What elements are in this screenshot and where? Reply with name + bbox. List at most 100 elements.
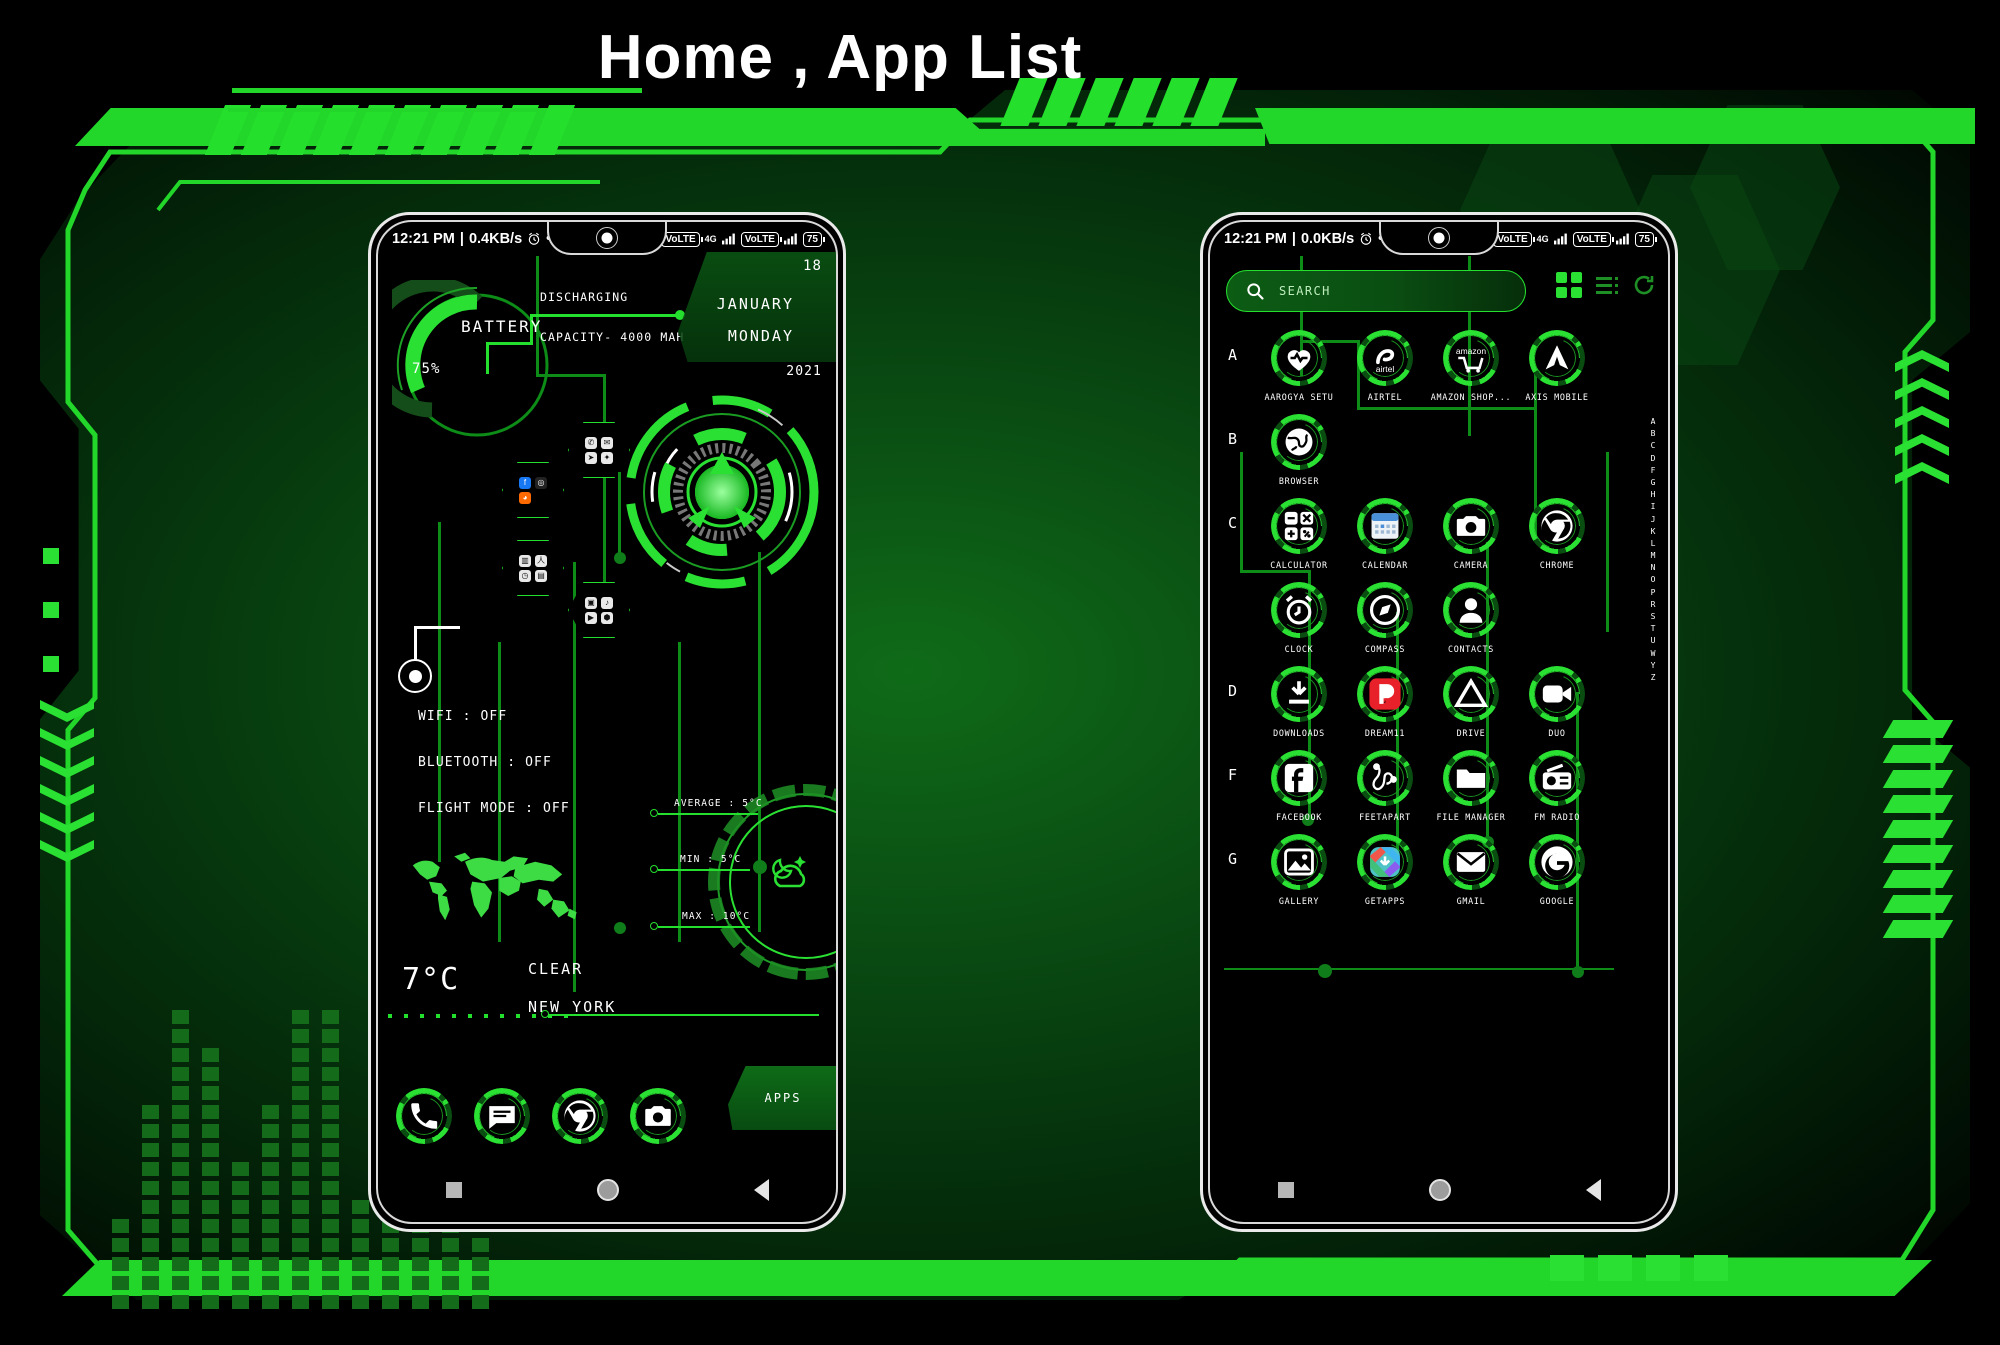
app-item-gallery[interactable]: GALLERY [1256, 834, 1342, 906]
dock-item-camera[interactable] [630, 1088, 686, 1144]
back-icon[interactable] [753, 1179, 769, 1201]
app-section-D: D DOWNLOADS DREAM11 DRIVE DUO [1210, 658, 1668, 742]
alphabet-index-letter[interactable]: Z [1651, 673, 1656, 682]
app-item-drive[interactable]: DRIVE [1428, 666, 1514, 738]
app-item-contacts[interactable]: CONTACTS [1428, 582, 1514, 654]
hex-shortcut-media[interactable]: ▣ ♪ ▶ ⬢ [568, 582, 630, 638]
circuit-trace [530, 314, 680, 317]
alphabet-index-letter[interactable]: N [1651, 564, 1656, 572]
home-icon[interactable] [596, 1179, 619, 1201]
app-item-dream11[interactable]: DREAM11 [1342, 666, 1428, 738]
weather-average: AVERAGE : 5°C [674, 798, 763, 809]
hex-icon-grid: ▥ 人 ◷ ▤ [519, 554, 548, 582]
weather-current-temp: 7°C [402, 962, 460, 997]
circuit-trace [1224, 968, 1614, 970]
circuit-trace [678, 642, 681, 942]
alphabet-index-letter[interactable]: B [1651, 430, 1656, 438]
app-label: BROWSER [1278, 476, 1320, 486]
dock-item-chrome[interactable] [552, 1088, 608, 1144]
alarm-clock-icon [1282, 593, 1316, 627]
alphabet-index-letter[interactable]: C [1651, 442, 1656, 450]
refresh-icon[interactable] [1632, 273, 1656, 297]
toggle-flight-mode[interactable]: FLIGHT MODE : OFF [418, 801, 570, 816]
app-label: AXIS MOBILE [1525, 392, 1589, 402]
alphabet-index-letter[interactable]: I [1651, 503, 1656, 511]
alphabet-index-letter[interactable]: H [1651, 491, 1656, 499]
circuit-node [1318, 964, 1332, 978]
grid-view-icon[interactable] [1556, 272, 1582, 298]
app-item-feetapart[interactable]: FEETAPART [1342, 750, 1428, 822]
alphabet-index-letter[interactable]: J [1651, 515, 1656, 524]
hex-icon-grid: ▣ ♪ ▶ ⬢ [585, 596, 614, 624]
app-item-axis-mobile[interactable]: AXIS MOBILE [1514, 330, 1600, 402]
alphabet-index-letter[interactable]: M [1651, 552, 1656, 560]
list-view-icon[interactable] [1596, 276, 1618, 294]
apps-drawer-button[interactable]: APPS [728, 1066, 836, 1130]
apps-drawer-label: APPS [764, 1091, 802, 1105]
recents-icon[interactable] [1277, 1182, 1294, 1198]
search-input[interactable]: SEARCH [1226, 270, 1526, 312]
back-icon[interactable] [1585, 1179, 1601, 1201]
dock-item-phone[interactable] [396, 1088, 452, 1144]
app-item-chrome[interactable]: CHROME [1514, 498, 1600, 570]
toggle-bluetooth[interactable]: BLUETOOTH : OFF [418, 755, 552, 770]
signal-bars-icon-2 [1615, 233, 1629, 245]
app-item-airtel[interactable]: airtel AIRTEL [1342, 330, 1428, 402]
assistant-button[interactable] [398, 659, 432, 693]
app-item-amazon[interactable]: amazon AMAZON SHOP... [1428, 330, 1514, 402]
people-icon: 人 [535, 554, 547, 567]
alphabet-index-letter[interactable]: S [1651, 613, 1656, 621]
hex-shortcut-tools[interactable]: ▥ 人 ◷ ▤ [502, 540, 564, 596]
battery-state: DISCHARGING [540, 290, 629, 304]
image-icon [1282, 845, 1316, 879]
message-icon [485, 1099, 519, 1133]
app-item-aarogya-setu[interactable]: AAROGYA SETU [1256, 330, 1342, 402]
app-item-calendar[interactable]: CALENDAR [1342, 498, 1428, 570]
alphabet-index-letter[interactable]: O [1651, 576, 1656, 584]
app-item-duo[interactable]: DUO [1514, 666, 1600, 738]
home-icon[interactable] [1428, 1179, 1451, 1201]
alphabet-index-letter[interactable]: G [1651, 478, 1656, 487]
network-type-label: 4G [704, 234, 717, 244]
alphabet-index-scrubber[interactable]: ABCDFGHIJKLMNOPRSTUWYZ [1642, 418, 1664, 682]
video-call-icon [1540, 677, 1574, 711]
front-camera-icon [1428, 227, 1450, 249]
alphabet-index-letter[interactable]: W [1651, 649, 1656, 658]
hex-shortcut-messaging[interactable]: ✆ ✉ ➤ ✦ [568, 422, 630, 478]
app-label: GMAIL [1456, 896, 1486, 906]
app-item-getapps[interactable]: GETAPPS [1342, 834, 1428, 906]
alphabet-index-letter[interactable]: L [1651, 539, 1656, 548]
airtel-icon: airtel [1368, 341, 1402, 375]
app-item-file-manager[interactable]: FILE MANAGER [1428, 750, 1514, 822]
app-item-facebook[interactable]: FACEBOOK [1256, 750, 1342, 822]
alphabet-index-letter[interactable]: D [1651, 454, 1656, 463]
app-item-downloads[interactable]: DOWNLOADS [1256, 666, 1342, 738]
alphabet-index-letter[interactable]: Y [1651, 661, 1656, 670]
compass-icon [1368, 593, 1402, 627]
alphabet-index-letter[interactable]: T [1651, 625, 1656, 633]
phone-home-screen: 12:21 PM | 0.4KB/s ••• [368, 212, 846, 1232]
app-item-clock[interactable]: CLOCK [1256, 582, 1342, 654]
search-placeholder: SEARCH [1279, 284, 1331, 298]
hex-shortcut-social[interactable]: f ◎ ◕ [502, 462, 564, 518]
alphabet-index-letter[interactable]: A [1651, 418, 1656, 426]
alphabet-index-letter[interactable]: R [1651, 600, 1656, 609]
axis-bank-icon [1540, 341, 1574, 375]
alphabet-index-letter[interactable]: F [1651, 466, 1656, 475]
app-label: AAROGYA SETU [1264, 392, 1334, 402]
toggle-wifi[interactable]: WIFI : OFF [418, 709, 507, 724]
app-item-calculator[interactable]: CALCULATOR [1256, 498, 1342, 570]
app-item-gmail[interactable]: GMAIL [1428, 834, 1514, 906]
app-list-container[interactable]: A AAROGYA SETU airtel AIRTEL amazon AMAZ… [1210, 322, 1668, 910]
app-item-camera[interactable]: CAMERA [1428, 498, 1514, 570]
alphabet-index-letter[interactable]: U [1651, 637, 1656, 645]
circuit-node [1572, 966, 1584, 978]
app-item-fm-radio[interactable]: FM RADIO [1514, 750, 1600, 822]
app-item-google[interactable]: GOOGLE [1514, 834, 1600, 906]
app-item-browser[interactable]: BROWSER [1256, 414, 1342, 486]
app-item-compass[interactable]: COMPASS [1342, 582, 1428, 654]
recents-icon[interactable] [445, 1182, 462, 1198]
alphabet-index-letter[interactable]: P [1651, 588, 1656, 597]
alphabet-index-letter[interactable]: K [1651, 527, 1656, 536]
dock-item-messages[interactable] [474, 1088, 530, 1144]
